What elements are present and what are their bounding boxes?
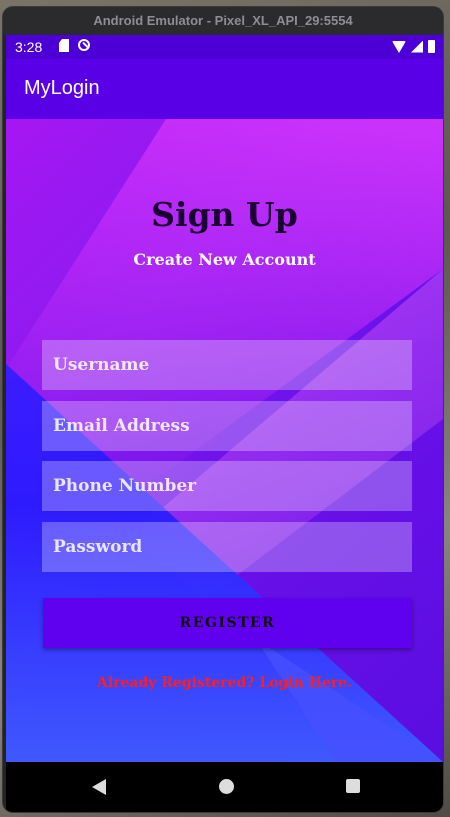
signal-icon bbox=[411, 40, 423, 53]
emulator-window: Android Emulator - Pixel_XL_API_29:5554 … bbox=[3, 7, 443, 812]
phone-screen: 3:28 MyLogin Sign Up Create New Account … bbox=[6, 35, 443, 812]
window-title: Android Emulator - Pixel_XL_API_29:5554 bbox=[3, 7, 443, 35]
page-title: Sign Up bbox=[151, 195, 298, 234]
page-subtitle: Create New Account bbox=[133, 250, 316, 269]
username-field[interactable]: Username bbox=[42, 340, 412, 390]
register-button[interactable]: REGISTER bbox=[43, 598, 412, 648]
password-field[interactable]: Password bbox=[42, 522, 412, 572]
battery-icon bbox=[428, 40, 435, 53]
home-icon[interactable] bbox=[219, 779, 234, 794]
sync-icon bbox=[78, 39, 90, 51]
status-right-icons bbox=[392, 40, 435, 53]
phone-field[interactable]: Phone Number bbox=[42, 461, 412, 511]
app-title: MyLogin bbox=[24, 77, 100, 99]
status-bar: 3:28 bbox=[6, 35, 443, 59]
signup-screen: Sign Up Create New Account Username Emai… bbox=[6, 119, 443, 762]
back-icon[interactable] bbox=[92, 779, 106, 795]
wifi-icon bbox=[392, 40, 406, 53]
app-bar: MyLogin bbox=[6, 59, 443, 119]
status-time: 3:28 bbox=[15, 39, 43, 55]
sd-card-icon bbox=[59, 39, 69, 52]
status-left-icons bbox=[59, 39, 90, 52]
email-field[interactable]: Email Address bbox=[42, 401, 412, 451]
login-link[interactable]: Already Registered? Login Here. bbox=[6, 675, 443, 691]
navigation-bar bbox=[6, 762, 443, 812]
recents-icon[interactable] bbox=[346, 779, 360, 793]
